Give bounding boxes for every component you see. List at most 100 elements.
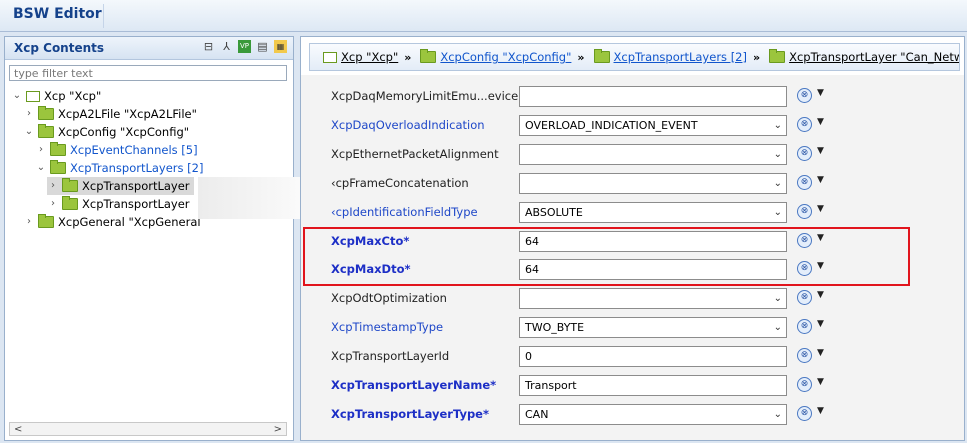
collapse-all-icon[interactable]: ⊟ <box>202 40 215 53</box>
expand-right-icon[interactable]: › <box>23 213 35 231</box>
expand-right-icon[interactable]: › <box>35 141 47 159</box>
chevron-down-icon[interactable]: ⌄ <box>774 145 782 164</box>
tree-item-label: XcpTransportLayer <box>82 179 190 193</box>
reset-default-icon[interactable]: ⊗ <box>797 405 812 421</box>
reset-default-icon[interactable]: ⊗ <box>797 145 812 161</box>
breadcrumb-separator-icon: » <box>577 50 585 64</box>
tree-item[interactable]: › XcpGeneral "XcpGeneral <box>23 213 201 231</box>
reset-default-icon[interactable]: ⊗ <box>797 116 812 132</box>
document-icon[interactable]: ▤ <box>256 40 269 53</box>
property-label: XcpTimestampType <box>331 320 444 335</box>
property-input[interactable]: 64 <box>519 259 787 281</box>
chevron-down-icon[interactable]: ⌄ <box>774 405 782 424</box>
folder-icon <box>38 124 54 138</box>
tree-item[interactable]: ⌄ Xcp "Xcp" <box>11 87 101 105</box>
property-row: XcpEthernetPacketAlignment ⌄ ⊗ ▼ <box>331 141 931 169</box>
breadcrumb-item[interactable]: XcpConfig "XcpConfig" <box>417 49 572 64</box>
options-menu-icon[interactable]: ▼ <box>817 117 824 127</box>
options-menu-icon[interactable]: ▼ <box>817 348 824 358</box>
reset-default-icon[interactable]: ⊗ <box>797 88 812 103</box>
property-input[interactable]: Transport <box>519 375 787 396</box>
property-row: ‹cpIdentificationFieldType ABSOLUTE ⌄ ⊗ ▼ <box>331 199 931 227</box>
filter-input[interactable]: type filter text <box>9 65 287 81</box>
property-input[interactable]: 0 <box>519 346 787 368</box>
options-menu-icon[interactable]: ▼ <box>817 319 824 329</box>
chevron-down-icon[interactable]: ⌄ <box>774 318 782 337</box>
options-menu-icon[interactable]: ▼ <box>817 204 824 214</box>
chevron-down-icon[interactable]: ⌄ <box>774 174 782 193</box>
tree-item[interactable]: › XcpTransportLayer <box>47 177 194 195</box>
tree-item[interactable]: › XcpEventChannels [5] <box>35 141 198 159</box>
reset-default-icon[interactable]: ⊗ <box>797 261 812 277</box>
reset-default-icon[interactable]: ⊗ <box>797 232 812 248</box>
tree-item-label: XcpConfig "XcpConfig" <box>58 125 190 139</box>
property-input[interactable] <box>519 86 787 107</box>
tree-item[interactable]: › XcpTransportLayer <box>47 195 190 213</box>
reset-default-icon[interactable]: ⊗ <box>797 319 812 335</box>
property-select[interactable]: ⌄ <box>519 172 787 194</box>
reset-default-icon[interactable]: ⊗ <box>797 377 812 392</box>
reset-default-icon[interactable]: ⊗ <box>797 348 812 364</box>
options-menu-icon[interactable]: ▼ <box>817 88 824 98</box>
property-label: XcpMaxDto* <box>331 262 411 277</box>
folder-icon <box>420 49 437 63</box>
property-row: XcpTransportLayerName* Transport ⊗ ▼ <box>331 372 931 400</box>
folder-icon <box>62 178 78 192</box>
contents-panel-header: Xcp Contents ⊟ ⅄ VP ▤ ▦ <box>5 37 293 60</box>
options-menu-icon[interactable]: ▼ <box>817 406 824 416</box>
contents-panel: Xcp Contents ⊟ ⅄ VP ▤ ▦ type filter text… <box>4 36 294 441</box>
scroll-right-icon[interactable]: > <box>274 424 282 435</box>
scroll-left-icon[interactable]: < <box>14 424 22 435</box>
expand-right-icon[interactable]: › <box>47 195 59 213</box>
property-label: XcpDaqMemoryLimitEmu...evice <box>331 89 519 103</box>
breadcrumb-label: Xcp "Xcp" <box>341 50 399 64</box>
options-menu-icon[interactable]: ▼ <box>817 261 824 271</box>
table-view-icon[interactable]: ▦ <box>274 40 287 53</box>
hierarchy-icon[interactable]: ⅄ <box>220 40 233 53</box>
horizontal-scrollbar[interactable]: < > <box>9 422 287 436</box>
property-row: XcpOdtOptimization ⌄ ⊗ ▼ <box>331 285 931 313</box>
options-menu-icon[interactable]: ▼ <box>817 233 824 243</box>
expand-down-icon[interactable]: ⌄ <box>23 123 35 141</box>
reset-default-icon[interactable]: ⊗ <box>797 203 812 219</box>
property-select[interactable]: CAN ⌄ <box>519 403 787 425</box>
options-menu-icon[interactable]: ▼ <box>817 290 824 300</box>
chevron-down-icon[interactable]: ⌄ <box>774 203 782 222</box>
chevron-down-icon[interactable]: ⌄ <box>774 116 782 135</box>
property-input[interactable]: 64 <box>519 230 787 252</box>
property-select[interactable]: ⌄ <box>519 288 787 310</box>
reset-default-icon[interactable]: ⊗ <box>797 290 812 306</box>
property-row: XcpTransportLayerType* CAN ⌄ ⊗ ▼ <box>331 401 931 429</box>
property-select[interactable]: TWO_BYTE ⌄ <box>519 317 787 339</box>
property-label: XcpTransportLayerType* <box>331 406 489 421</box>
chevron-down-icon[interactable]: ⌄ <box>774 289 782 308</box>
property-value: 0 <box>525 350 532 364</box>
property-select[interactable]: ⌄ <box>519 143 787 165</box>
tree-item[interactable]: › XcpA2LFile "XcpA2LFile" <box>23 105 197 123</box>
expand-down-icon[interactable]: ⌄ <box>11 87 23 105</box>
contents-tree: ⌄ Xcp "Xcp" › XcpA2LFile "XcpA2LFile" ⌄ XcpCo… <box>5 87 293 417</box>
reset-default-icon[interactable]: ⊗ <box>797 174 812 190</box>
options-menu-icon[interactable]: ▼ <box>817 146 824 156</box>
breadcrumb-label: XcpConfig "XcpConfig" <box>440 50 572 64</box>
tree-item-label: Xcp "Xcp" <box>44 89 102 103</box>
expand-right-icon[interactable]: › <box>23 105 35 123</box>
property-label: XcpDaqOverloadIndication <box>331 117 485 132</box>
property-select[interactable]: ABSOLUTE ⌄ <box>519 201 787 223</box>
expand-down-icon[interactable]: ⌄ <box>35 159 47 177</box>
expand-right-icon[interactable]: › <box>47 177 59 195</box>
variant-icon[interactable]: VP <box>238 40 251 53</box>
breadcrumb-item[interactable]: XcpTransportLayers [2] <box>591 49 747 64</box>
property-value: Transport <box>525 379 577 392</box>
property-row: XcpTimestampType TWO_BYTE ⌄ ⊗ ▼ <box>331 314 931 342</box>
options-menu-icon[interactable]: ▼ <box>817 175 824 185</box>
property-row: XcpMaxCto* 64 ⊗ ▼ <box>331 228 931 256</box>
property-select[interactable]: OVERLOAD_INDICATION_EVENT ⌄ <box>519 114 787 136</box>
options-menu-icon[interactable]: ▼ <box>817 377 824 387</box>
breadcrumb-item[interactable]: Xcp "Xcp" <box>320 50 398 64</box>
breadcrumb-item[interactable]: XcpTransportLayer "Can_Network_ <box>766 49 959 64</box>
tree-item[interactable]: ⌄ XcpConfig "XcpConfig" <box>23 123 189 141</box>
folder-icon <box>769 49 786 63</box>
tree-item-label: XcpA2LFile "XcpA2LFile" <box>58 107 197 121</box>
tree-item[interactable]: ⌄ XcpTransportLayers [2] <box>35 159 203 177</box>
